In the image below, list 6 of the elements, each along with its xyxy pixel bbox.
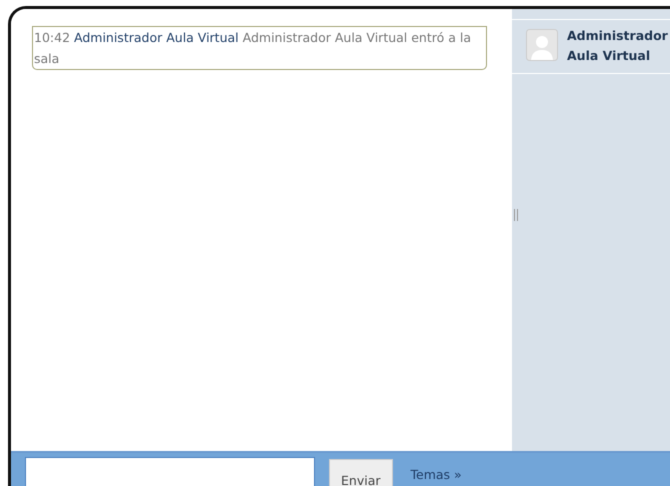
topics-link[interactable]: Temas » [410,467,462,482]
chat-message: 10:42 Administrador Aula Virtual Administrador Aula Virtual entró a la sala [32,26,487,70]
send-button[interactable]: Enviar [329,459,392,486]
message-input[interactable] [25,457,315,486]
avatar-icon [526,29,558,61]
user-name[interactable]: Administrador Aula Virtual [567,26,667,66]
